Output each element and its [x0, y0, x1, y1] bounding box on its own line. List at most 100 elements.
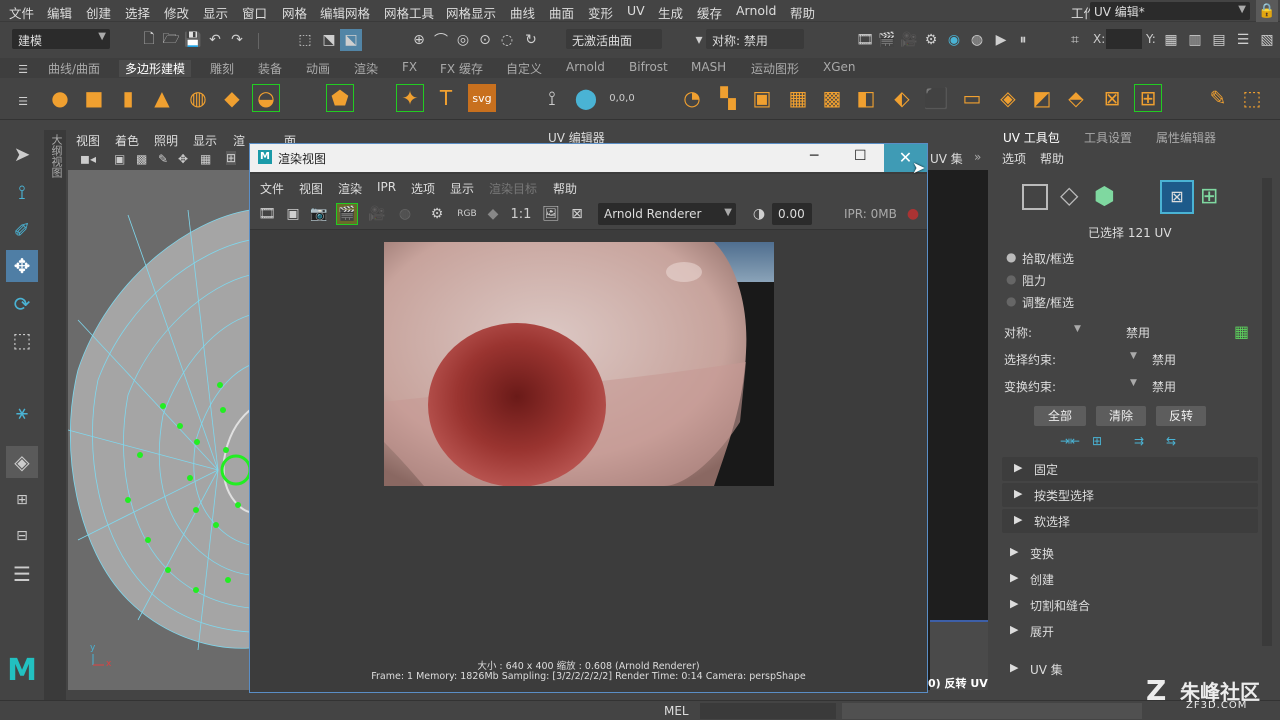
redo-icon[interactable]: ↷	[226, 29, 248, 51]
snap-surface-icon[interactable]: ◌	[496, 29, 518, 51]
target-weld-icon[interactable]: ⊠	[1098, 84, 1126, 112]
super-shape-icon[interactable]: ✦	[396, 84, 424, 112]
tab-arnold[interactable]: Arnold	[566, 60, 605, 74]
tab-uv-toolkit[interactable]: UV 工具包	[1003, 129, 1060, 146]
menu-create[interactable]: 创建	[86, 3, 111, 22]
pause-icon[interactable]: ⏸	[1012, 29, 1034, 51]
multi-cut-icon[interactable]: ⬘	[1062, 84, 1090, 112]
selection-constraint-value[interactable]: 禁用	[1152, 351, 1176, 368]
select-border-icon[interactable]: ⇉	[1134, 434, 1144, 448]
combine-icon[interactable]: ◔	[678, 84, 706, 112]
section-unfold[interactable]: ▶ 展开	[998, 619, 1262, 643]
tab-attribute-editor[interactable]: 属性编辑器	[1156, 129, 1216, 146]
rotate-tool-icon[interactable]: ⟳	[6, 288, 38, 320]
alpha-channel-icon[interactable]: ◆	[482, 203, 504, 225]
radio-tweak-marquee[interactable]: 调整/框选	[1022, 294, 1074, 311]
vp-menu-view[interactable]: 视图	[76, 132, 100, 149]
menu-mesh-tools[interactable]: 网格工具	[384, 3, 434, 22]
lasso-tool-icon[interactable]: ⟟	[6, 176, 38, 208]
invert-button[interactable]: 反转	[1156, 406, 1206, 426]
clear-button[interactable]: 清除	[1096, 406, 1146, 426]
poly-disc-icon[interactable]: ◒	[252, 84, 280, 112]
render-frame-icon[interactable]: 🎬	[876, 29, 898, 51]
radio-tweak-icon[interactable]: ●	[1006, 294, 1016, 308]
select-hierarchy-icon[interactable]: ⬚	[294, 29, 316, 51]
2d-pan-icon[interactable]: ✥	[178, 152, 188, 166]
camera-icon[interactable]: ▦	[1160, 29, 1182, 51]
save-scene-icon[interactable]: 💾	[182, 29, 204, 51]
section-create[interactable]: ▶ 创建	[998, 567, 1262, 591]
menu-cache[interactable]: 缓存	[697, 3, 722, 22]
uv-set-menu[interactable]: UV 集	[930, 150, 963, 167]
tab-custom[interactable]: 自定义	[506, 60, 542, 77]
rv-menu-render[interactable]: 渲染	[338, 180, 362, 197]
attribute-editor-icon[interactable]: ☰	[1232, 29, 1254, 51]
scale-tool-icon[interactable]: ⬚	[6, 324, 38, 356]
radio-pick-icon[interactable]: ●	[1006, 250, 1016, 264]
menu-window[interactable]: 窗口	[242, 3, 267, 22]
tab-xgen[interactable]: XGen	[823, 60, 856, 74]
toolkit-scrollbar[interactable]	[1262, 178, 1272, 646]
tab-fx[interactable]: FX	[402, 60, 417, 74]
bridge-icon[interactable]: ▭	[958, 84, 986, 112]
chevron-down-icon[interactable]: ▼	[1130, 378, 1137, 388]
symmetry-grid-icon[interactable]: ▦	[1234, 322, 1249, 341]
render-settings-icon[interactable]: ⚙	[426, 203, 448, 225]
paint-select-icon[interactable]: ✐	[6, 214, 38, 246]
vp-menu-lighting[interactable]: 照明	[154, 132, 178, 149]
render-region-icon[interactable]: 🎞	[854, 29, 876, 51]
radio-drag[interactable]: 阻力	[1022, 272, 1046, 289]
renderer-dropdown[interactable]: Arnold Renderer ▼	[598, 203, 736, 225]
section-cut-sew[interactable]: ▶ 切割和缝合	[998, 593, 1262, 617]
redo-render-icon[interactable]: 🎞	[256, 203, 278, 225]
menu-edit[interactable]: 编辑	[47, 3, 72, 22]
grease-pencil-icon[interactable]: ✎	[158, 152, 168, 166]
poly-cube-icon[interactable]: ■	[80, 84, 108, 112]
section-select-by-type[interactable]: ▶ 按类型选择	[1002, 483, 1258, 507]
modeling-toolkit-icon[interactable]: ▥	[1184, 29, 1206, 51]
vertex-mode-icon[interactable]	[1022, 184, 1048, 210]
x-coordinate-field[interactable]	[1106, 29, 1142, 49]
menu-curves[interactable]: 曲线	[510, 3, 535, 22]
snap-point-icon[interactable]: ◎	[452, 29, 474, 51]
render-view-titlebar[interactable]: M 渲染视图 ─ ☐ ✕	[250, 144, 927, 172]
paint-icon[interactable]: ⬚	[1238, 84, 1266, 112]
menu-select[interactable]: 选择	[125, 3, 150, 22]
minimize-icon[interactable]: ─	[810, 148, 818, 164]
tab-rendering[interactable]: 渲染	[354, 60, 378, 77]
menu-modify[interactable]: 修改	[164, 3, 189, 22]
select-object-icon[interactable]: ⬔	[318, 29, 340, 51]
vp-menu-shading[interactable]: 着色	[115, 132, 139, 149]
face-mode-icon[interactable]: ⬢	[1094, 182, 1124, 210]
sculpt-icon[interactable]: ✎	[1204, 84, 1232, 112]
tab-curves-surfaces[interactable]: 曲线/曲面	[48, 60, 100, 77]
poly-cylinder-icon[interactable]: ▮	[114, 84, 142, 112]
arnold-render-icon[interactable]: ◍	[966, 29, 988, 51]
tab-mash[interactable]: MASH	[691, 60, 726, 74]
chevron-down-icon[interactable]: ▼	[1074, 324, 1081, 334]
tab-motion-graphics[interactable]: 运动图形	[751, 60, 799, 77]
tab-sculpting[interactable]: 雕刻	[210, 60, 234, 77]
tab-tool-settings[interactable]: 工具设置	[1084, 129, 1132, 146]
snap-view-icon[interactable]: ⊙	[474, 29, 496, 51]
last-tool-icon[interactable]: ⚹	[6, 396, 38, 428]
shrink-selection-icon[interactable]: ⇥⇤	[1060, 434, 1080, 448]
poly-cone-icon[interactable]: ▲	[148, 84, 176, 112]
fill-hole-icon[interactable]: ◩	[1028, 84, 1056, 112]
transform-constraint-value[interactable]: 禁用	[1152, 378, 1176, 395]
menu-generate[interactable]: 生成	[658, 3, 683, 22]
keep-image-icon[interactable]: 🖼	[540, 203, 562, 225]
select-all-button[interactable]: 全部	[1034, 406, 1086, 426]
uv-shell-mode-icon[interactable]: ⊞	[1200, 184, 1226, 210]
boolean-icon[interactable]: ▩	[818, 84, 846, 112]
rv-menu-help[interactable]: 帮助	[553, 180, 577, 197]
section-transform[interactable]: ▶ 变换	[998, 541, 1262, 565]
outliner-layout-icon[interactable]: ☰	[6, 558, 38, 590]
menu-uv[interactable]: UV	[627, 3, 645, 18]
tool-settings-icon[interactable]: ▧	[1256, 29, 1278, 51]
menu-mesh[interactable]: 网格	[282, 3, 307, 22]
tab-poly-modeling[interactable]: 多边形建模	[119, 60, 192, 77]
hypershade-icon[interactable]: ◉	[943, 29, 965, 51]
rv-menu-file[interactable]: 文件	[260, 180, 284, 197]
refresh-ipr-icon[interactable]: 🎥	[366, 203, 388, 225]
